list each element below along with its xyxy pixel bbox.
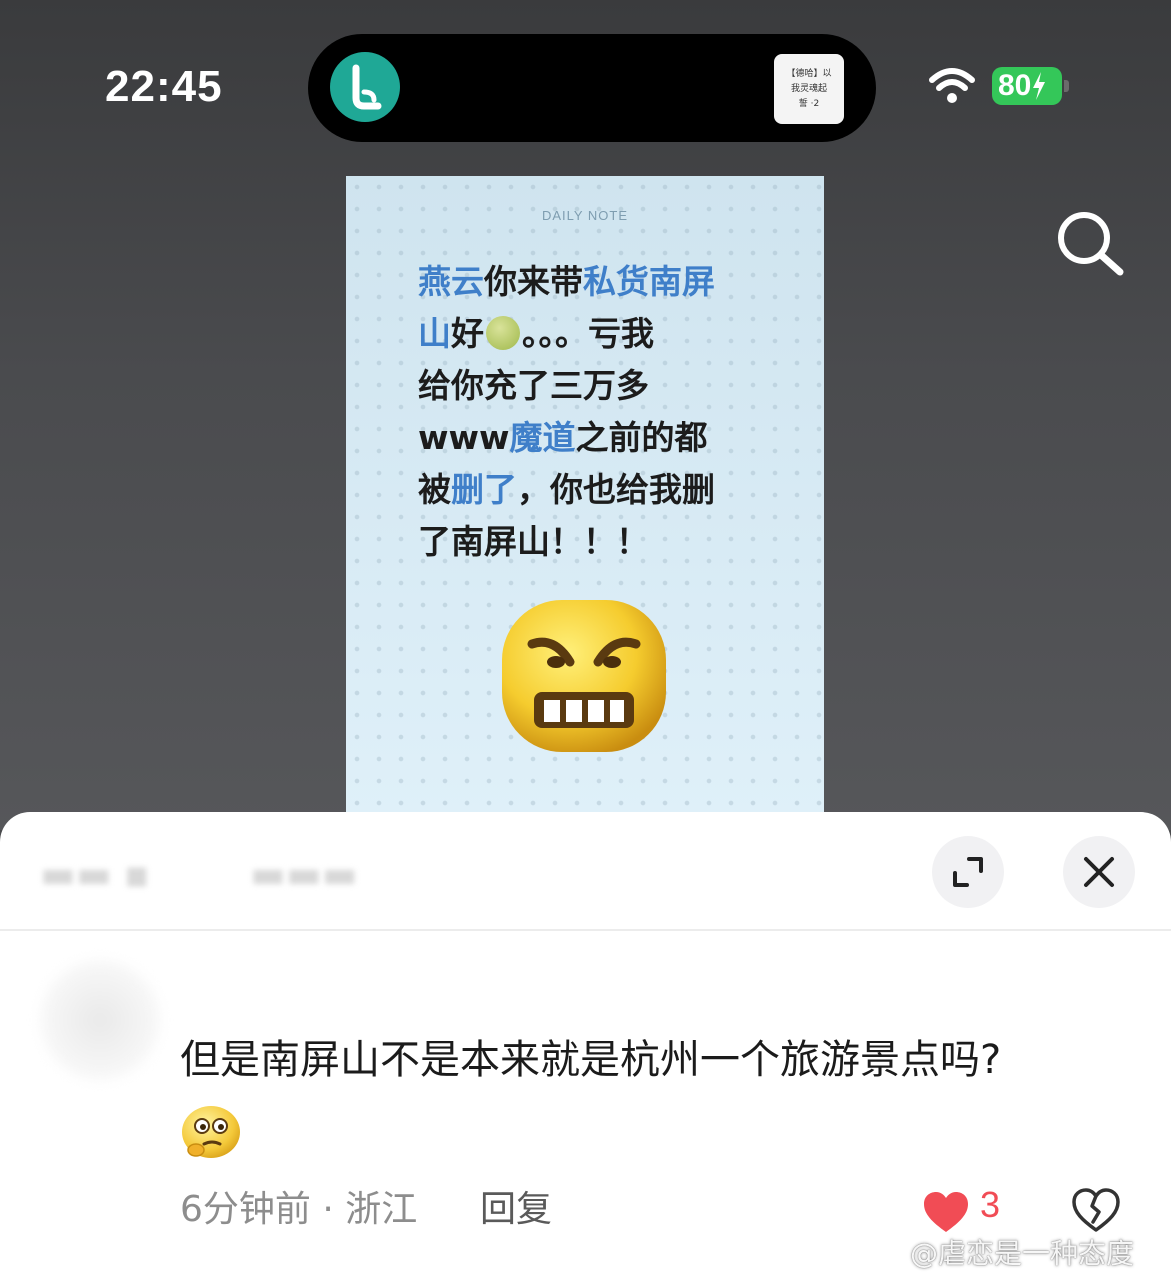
charging-bolt-icon [1033,72,1046,100]
note-segment: 山 [418,314,451,353]
note-line-2: 山好 。。。亏我 [418,308,758,360]
like-count: 3 [980,1184,1001,1225]
nauseated-face-icon [486,316,520,350]
note-segment: 之前的都 [575,418,708,457]
note-segment: 魔道 [509,418,576,457]
app-logo-icon [330,52,400,122]
battery-level: 80 [998,69,1032,102]
broken-heart-icon[interactable] [1072,1188,1120,1232]
comment-meta: 6分钟前 · 浙江 [180,1189,418,1230]
note-line-1: 燕云你来带私货南屏 [418,256,758,308]
comment-panel: ▬▬ ▪ ▬▬▬ 但是南屏山不是本来就是杭州一个旅游景点吗? 6分钟前 · 浙江… [0,812,1171,1280]
note-segment: 燕云 [418,262,484,301]
note-segment: www [418,418,510,457]
post-image[interactable]: DAILY NOTE 燕云你来带私货南屏 山好 。。。亏我 给你充了三万多 www… [346,176,824,816]
thumb-line-1: 【德哈】以 [786,68,832,79]
note-segment: ，你也给我删 [517,470,715,509]
now-playing-thumbnail[interactable]: 【德哈】以 我灵魂起 誓 ·2 [774,54,844,124]
search-icon[interactable] [1052,206,1128,282]
tab-comments-blurred[interactable]: ▬▬ ▪ [40,852,150,896]
weibo-watermark: @虐恋是一种态度 [870,1232,1134,1272]
note-segment: 了南屏山！！！ [418,522,649,561]
heart-icon[interactable] [922,1190,970,1234]
weibo-logo-icon [870,1239,908,1269]
note-text: 燕云你来带私货南屏 山好 。。。亏我 给你充了三万多 www魔道之前的都 被删了，… [418,256,758,568]
thumb-line-3: 誓 ·2 [798,98,820,109]
note-line-4: www魔道之前的都 [418,412,758,464]
note-segment: 被 [418,470,451,509]
note-segment: 你来带 [484,262,583,301]
note-line-3: 给你充了三万多 [418,360,758,412]
note-segment: 私货南屏 [583,262,715,301]
panel-divider [0,929,1171,931]
reply-button[interactable]: 回复 [480,1180,552,1232]
note-segment: 给你充了三万多 [418,366,649,405]
thinking-face-emoji-icon [182,1106,240,1158]
thumb-line-2: 我灵魂起 [790,83,827,94]
battery-indicator: 80 [992,67,1062,105]
wifi-icon [929,68,975,103]
note-segment: 。。。亏我 [522,314,654,353]
close-button[interactable] [1063,836,1135,908]
note-line-6: 了南屏山！！！ [418,516,758,568]
tab-secondary-blurred[interactable]: ▬▬▬ [250,852,358,896]
status-time: 22:45 [105,62,223,111]
angry-face-emoji-icon [502,600,666,752]
avatar[interactable] [40,960,160,1080]
expand-button[interactable] [932,836,1004,908]
note-header: DAILY NOTE [541,208,629,223]
close-icon [1084,857,1114,887]
note-segment: 删了 [451,470,517,509]
dynamic-island[interactable]: 【德哈】以 我灵魂起 誓 ·2 [308,34,876,142]
battery-cap [1064,80,1069,92]
comment-text: 但是南屏山不是本来就是杭州一个旅游景点吗? [180,1037,1002,1083]
note-segment: 好 [451,314,484,353]
expand-icon [953,857,983,887]
watermark-text: @虐恋是一种态度 [910,1237,1135,1270]
note-line-5: 被删了，你也给我删 [418,464,758,516]
